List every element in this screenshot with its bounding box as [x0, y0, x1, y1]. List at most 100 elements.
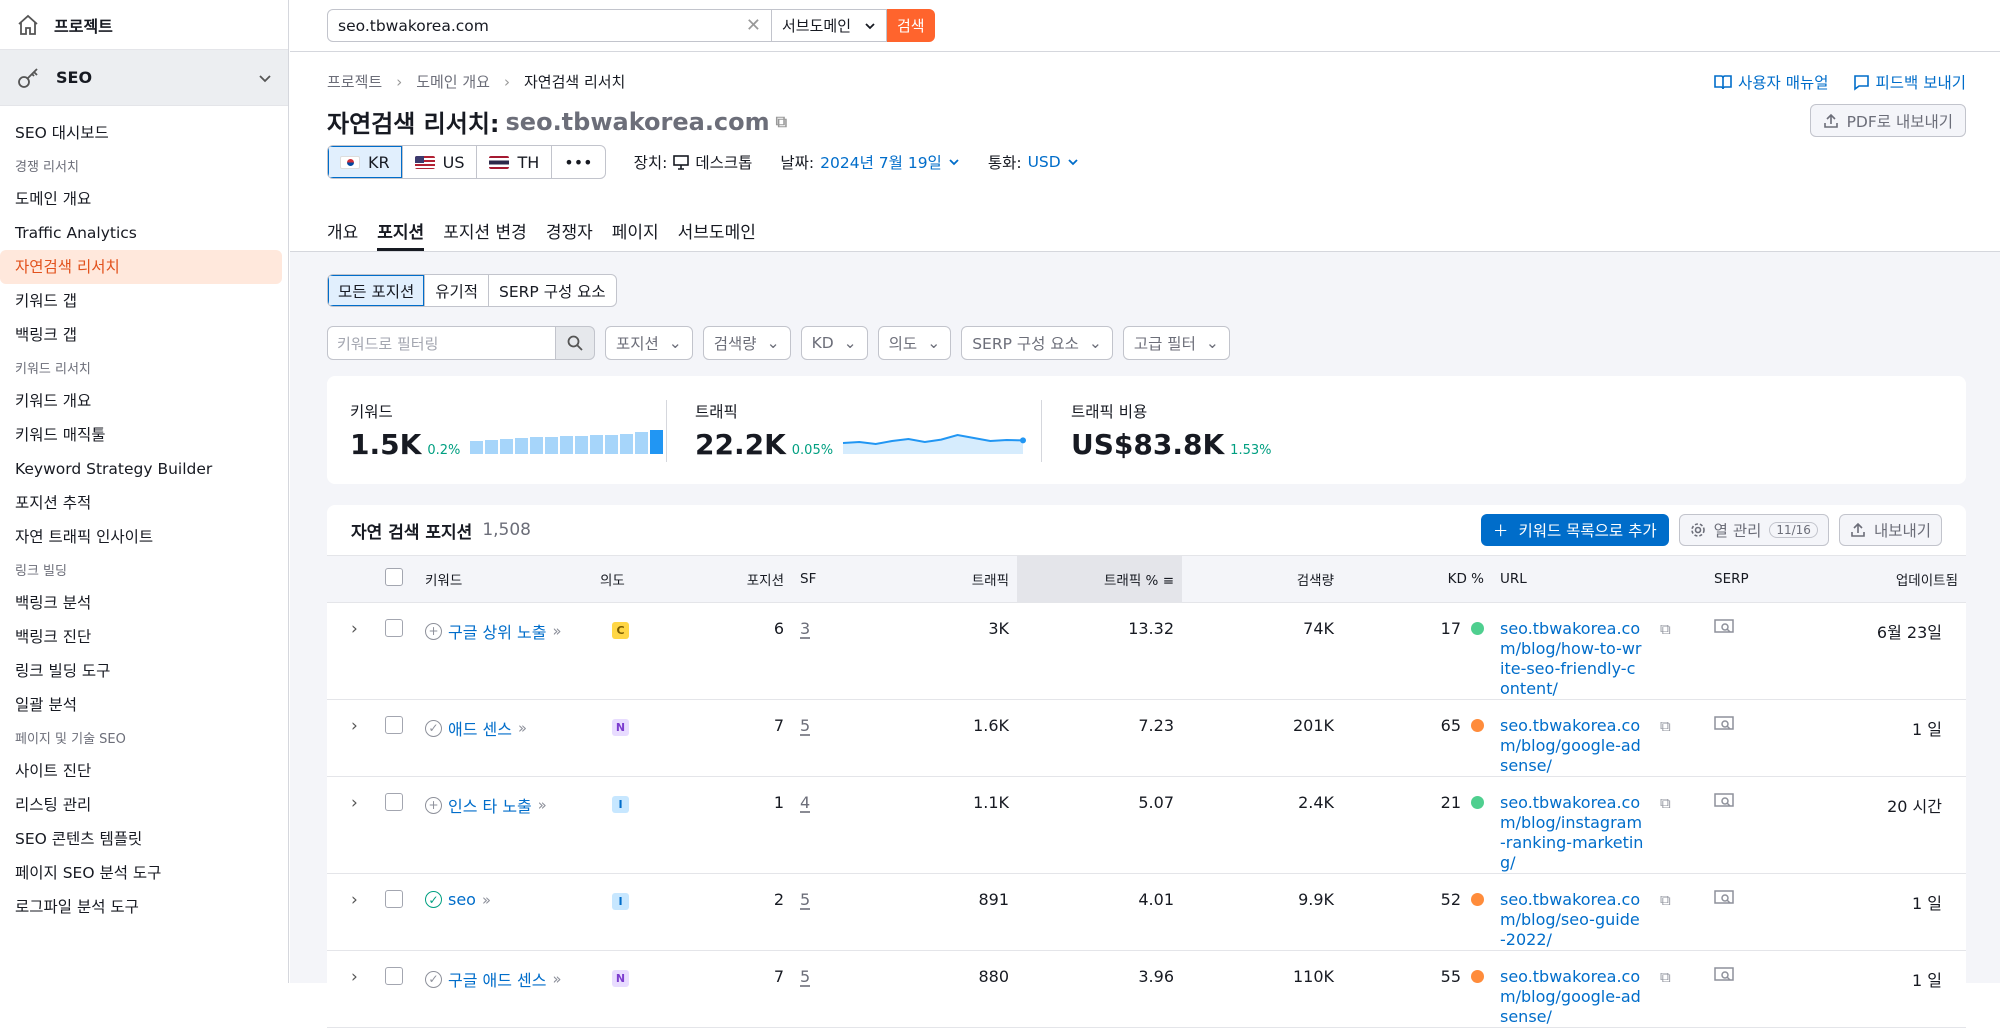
row-checkbox[interactable]	[385, 967, 403, 985]
tab-competitors[interactable]: 경쟁자	[546, 218, 593, 251]
expand-row-icon[interactable]: ›	[351, 716, 358, 736]
serp-snapshot-icon[interactable]	[1714, 619, 1734, 635]
keyword-filter-input[interactable]: 키워드로 필터링	[327, 326, 556, 360]
row-checkbox[interactable]	[385, 619, 403, 637]
serp-features-count[interactable]: 4	[800, 793, 810, 812]
sidebar-item[interactable]: Keyword Strategy Builder	[0, 452, 282, 486]
sidebar-item[interactable]: 사이트 진단	[0, 754, 282, 788]
col-serp[interactable]: SERP	[1706, 556, 1766, 603]
url-link[interactable]: seo.tbwakorea.com/blog/google-adsense/	[1500, 967, 1641, 1026]
serp-snapshot-icon[interactable]	[1714, 890, 1734, 906]
tab-pages[interactable]: 페이지	[612, 218, 659, 251]
serp-features-count[interactable]: 5	[800, 716, 810, 735]
manage-columns-button[interactable]: 열 관리11/16	[1679, 514, 1829, 546]
sidebar-item[interactable]: 키워드 개요	[0, 384, 282, 418]
serp-features-count[interactable]: 3	[800, 619, 810, 638]
col-updated[interactable]: 업데이트됨	[1766, 556, 1966, 603]
tab-overview[interactable]: 개요	[327, 218, 358, 251]
kpi-traffic[interactable]: 트래픽 22.2K0.05%	[695, 400, 1029, 461]
filter-kd[interactable]: KD⌄	[801, 326, 868, 360]
filter-volume[interactable]: 검색량⌄	[703, 326, 791, 360]
keyword-check-icon[interactable]: ✓	[425, 720, 442, 737]
feedback-link[interactable]: 피드백 보내기	[1853, 71, 1967, 93]
tab-positions[interactable]: 포지션	[377, 218, 424, 251]
sidebar-item[interactable]: 링크 빌딩 도구	[0, 654, 282, 688]
db-kr[interactable]: KR	[328, 146, 403, 178]
sidebar-item[interactable]: 백링크 분석	[0, 586, 282, 620]
tab-subdomains[interactable]: 서브도메인	[678, 218, 756, 251]
expand-row-icon[interactable]: ›	[351, 619, 358, 639]
export-button[interactable]: 내보내기	[1839, 514, 1942, 546]
serp-features-count[interactable]: 5	[800, 890, 810, 909]
sidebar-item[interactable]: 포지션 추적	[0, 486, 282, 520]
add-keyword-icon[interactable]: +	[425, 797, 442, 814]
external-link-icon[interactable]: ⧉	[1660, 891, 1671, 909]
external-link-icon[interactable]: ⧉	[1660, 968, 1671, 986]
segment-organic[interactable]: 유기적	[425, 275, 489, 306]
export-pdf-button[interactable]: PDF로 내보내기	[1810, 104, 1966, 137]
breadcrumb-projects[interactable]: 프로젝트	[327, 71, 382, 92]
sidebar-item[interactable]: Traffic Analytics	[0, 216, 282, 250]
keyword-link[interactable]: 구글 애드 센스	[448, 967, 547, 991]
col-position[interactable]: 포지션	[692, 556, 792, 603]
row-checkbox[interactable]	[385, 793, 403, 811]
external-link-icon[interactable]: ⧉	[1660, 794, 1671, 812]
keyword-link[interactable]: seo	[448, 890, 476, 909]
keyword-link[interactable]: 구글 상위 노출	[448, 619, 547, 643]
expand-row-icon[interactable]: ›	[351, 967, 358, 987]
sidebar-item[interactable]: 키워드 매직툴	[0, 418, 282, 452]
search-button[interactable]: 검색	[887, 9, 935, 42]
scope-select[interactable]: 서브도메인	[772, 9, 887, 42]
keyword-overview-icon[interactable]: ››	[553, 622, 559, 640]
col-sf[interactable]: SF	[792, 556, 842, 603]
page-title-domain[interactable]: seo.tbwakorea.com	[506, 108, 770, 136]
sidebar-projects[interactable]: 프로젝트	[0, 0, 288, 50]
keyword-check-icon[interactable]: ✓	[425, 971, 442, 988]
sidebar-item[interactable]: 일괄 분석	[0, 688, 282, 722]
sidebar-item[interactable]: 페이지 SEO 분석 도구	[0, 856, 282, 890]
col-traffic-percent[interactable]: 트래픽 % ≡	[1017, 556, 1182, 603]
segment-serp-features[interactable]: SERP 구성 요소	[489, 275, 616, 306]
sidebar-item[interactable]: 백링크 갭	[0, 318, 282, 352]
keyword-filter-search-button[interactable]	[556, 326, 595, 360]
sidebar-item[interactable]: 로그파일 분석 도구	[0, 890, 282, 924]
col-traffic[interactable]: 트래픽	[842, 556, 1017, 603]
filter-advanced[interactable]: 고급 필터⌄	[1123, 326, 1230, 360]
sidebar-item[interactable]: 도메인 개요	[0, 182, 282, 216]
kpi-traffic-cost[interactable]: 트래픽 비용 US$83.8K1.53%	[1071, 400, 1271, 461]
clear-icon[interactable]: ✕	[746, 15, 761, 36]
serp-features-count[interactable]: 5	[800, 967, 810, 986]
domain-search-input[interactable]: seo.tbwakorea.com ✕	[327, 9, 772, 42]
add-keyword-icon[interactable]: +	[425, 623, 442, 640]
device-selector[interactable]: 장치: 데스크톱	[634, 151, 753, 173]
row-checkbox[interactable]	[385, 890, 403, 908]
row-checkbox[interactable]	[385, 716, 403, 734]
col-url[interactable]: URL	[1492, 556, 1652, 603]
tab-position-changes[interactable]: 포지션 변경	[443, 218, 527, 251]
db-us[interactable]: US	[403, 146, 478, 178]
segment-all-positions[interactable]: 모든 포지션	[328, 275, 425, 306]
currency-selector[interactable]: 통화: USD	[988, 151, 1079, 173]
col-volume[interactable]: 검색량	[1182, 556, 1342, 603]
url-link[interactable]: seo.tbwakorea.com/blog/google-adsense/	[1500, 716, 1641, 775]
url-link[interactable]: seo.tbwakorea.com/blog/how-to-write-seo-…	[1500, 619, 1642, 698]
db-th[interactable]: TH	[477, 146, 552, 178]
filter-intent[interactable]: 의도⌄	[878, 326, 952, 360]
user-manual-link[interactable]: 사용자 매뉴얼	[1714, 71, 1829, 93]
sidebar-item[interactable]: SEO 대시보드	[0, 116, 282, 150]
col-keyword[interactable]: 키워드	[417, 556, 592, 603]
select-all-checkbox[interactable]	[385, 568, 403, 586]
serp-snapshot-icon[interactable]	[1714, 793, 1734, 809]
col-intent[interactable]: 의도	[592, 556, 692, 603]
sidebar-item[interactable]: 키워드 갭	[0, 284, 282, 318]
serp-snapshot-icon[interactable]	[1714, 716, 1734, 732]
keyword-overview-icon[interactable]: ››	[538, 796, 544, 814]
keyword-overview-icon[interactable]: ››	[518, 719, 524, 737]
kpi-keywords[interactable]: 키워드 1.5K0.2%	[350, 400, 663, 461]
url-link[interactable]: seo.tbwakorea.com/blog/seo-guide-2022/	[1500, 890, 1640, 949]
db-more-button[interactable]: •••	[552, 146, 604, 178]
sidebar-item[interactable]: 자연 트래픽 인사이트	[0, 520, 282, 554]
external-link-icon[interactable]: ⧉	[1660, 717, 1671, 735]
url-link[interactable]: seo.tbwakorea.com/blog/instagram-ranking…	[1500, 793, 1643, 872]
expand-row-icon[interactable]: ›	[351, 793, 358, 813]
